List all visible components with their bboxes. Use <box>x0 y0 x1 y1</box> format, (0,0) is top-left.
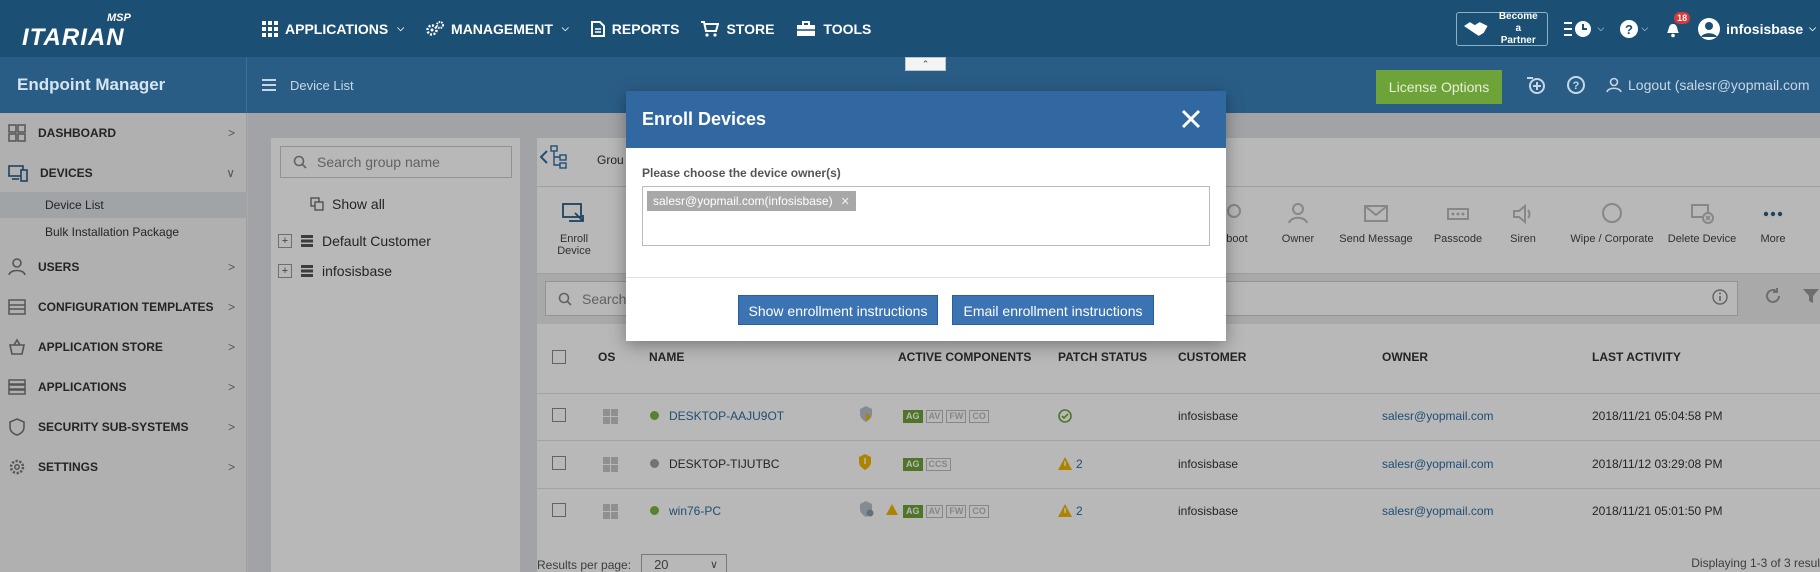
top-nav: APPLICATIONS ⌵ MANAGEMENT ⌵ REPORTS STOR… <box>253 0 880 57</box>
nav-management[interactable]: MANAGEMENT ⌵ <box>417 0 578 57</box>
avatar-icon <box>1698 17 1721 40</box>
partner-line2: Partner <box>1500 34 1536 46</box>
sub-header-actions: ? Logout (salesr@yopmail.com <box>1526 57 1810 113</box>
grid-icon <box>262 20 278 37</box>
close-icon[interactable] <box>1178 106 1204 132</box>
become-partner-button[interactable]: Become a Partner <box>1456 11 1549 47</box>
cart-icon <box>701 20 720 37</box>
logo-word: ITARIAN <box>22 24 125 51</box>
chevron-down-icon: ⌵ <box>1597 23 1605 33</box>
collapse-header-button[interactable]: ⌃ <box>905 57 946 71</box>
nav-tools[interactable]: TOOLS <box>787 0 880 57</box>
nav-reports-label: REPORTS <box>611 20 680 37</box>
breadcrumb: Device List <box>262 57 354 113</box>
dialog-header: Enroll Devices <box>626 91 1226 148</box>
nav-reports[interactable]: REPORTS <box>582 0 689 57</box>
svg-text:?: ? <box>1625 22 1633 37</box>
add-filter-icon[interactable] <box>1526 75 1546 95</box>
top-bar: MSP ITARIAN APPLICATIONS ⌵ MANAGEMENT ⌵ … <box>0 0 1820 57</box>
owner-field-label: Please choose the device owner(s) <box>642 166 841 180</box>
partner-label: Become a Partner <box>1495 11 1541 47</box>
remove-tag-icon[interactable]: ✕ <box>841 195 850 208</box>
selected-owner-text: salesr@yopmail.com(infosisbase) <box>653 194 833 208</box>
chevron-down-icon: ⌵ <box>397 23 405 33</box>
dialog-footer: Show enrollment instructions Email enrol… <box>626 278 1226 341</box>
handshake-icon <box>1464 21 1489 36</box>
breadcrumb-device-list: Device List <box>290 77 354 93</box>
dialog-body: Please choose the device owner(s) salesr… <box>626 148 1226 278</box>
nav-tools-label: TOOLS <box>823 20 872 37</box>
gears-icon <box>426 20 445 36</box>
notification-badge: 18 <box>1674 11 1691 24</box>
chevron-down-icon: ⌵ <box>1641 23 1649 33</box>
report-icon <box>590 20 605 37</box>
logo-msp: MSP <box>107 12 131 24</box>
username: infosisbase <box>1726 20 1804 37</box>
logout-label: Logout (salesr@yopmail.com <box>1628 77 1810 93</box>
license-options-button[interactable]: License Options <box>1376 70 1502 104</box>
top-right-controls: Become a Partner ⌵ ? ⌵ 18 infosisbase ⌵ <box>1456 0 1820 57</box>
itarian-logo[interactable]: MSP ITARIAN <box>22 12 142 51</box>
nav-applications-label: APPLICATIONS <box>285 20 389 37</box>
help-circle-icon[interactable]: ? <box>1566 75 1586 95</box>
nav-store[interactable]: STORE <box>692 0 783 57</box>
svg-text:?: ? <box>1573 80 1580 92</box>
chevron-down-icon: ⌵ <box>1809 23 1816 33</box>
notifications-button[interactable]: 18 <box>1664 11 1691 38</box>
show-enrollment-instructions-button[interactable]: Show enrollment instructions <box>738 295 938 325</box>
list-clock-icon <box>1564 20 1592 37</box>
selected-owner-tag: salesr@yopmail.com(infosisbase) ✕ <box>647 191 856 211</box>
partner-line1: Become a <box>1498 10 1538 34</box>
nav-store-label: STORE <box>726 20 775 37</box>
email-enrollment-instructions-button[interactable]: Email enrollment instructions <box>952 295 1154 325</box>
user-menu[interactable]: infosisbase ⌵ <box>1698 17 1816 40</box>
enroll-devices-dialog: Enroll Devices Please choose the device … <box>626 91 1226 341</box>
toolbox-icon <box>797 20 816 36</box>
dialog-title: Enroll Devices <box>642 109 767 129</box>
nav-applications[interactable]: APPLICATIONS ⌵ <box>253 0 413 57</box>
nav-management-label: MANAGEMENT <box>451 20 553 37</box>
help-button[interactable]: ? ⌵ <box>1620 19 1649 38</box>
owner-select-input[interactable]: salesr@yopmail.com(infosisbase) ✕ <box>642 186 1210 246</box>
app-title: Endpoint Manager <box>0 57 247 113</box>
hamburger-icon[interactable] <box>262 79 276 91</box>
help-icon: ? <box>1620 19 1639 38</box>
history-button[interactable]: ⌵ <box>1564 20 1604 38</box>
logout-button[interactable]: Logout (salesr@yopmail.com <box>1606 77 1810 93</box>
chevron-down-icon: ⌵ <box>561 23 569 33</box>
user-icon <box>1606 77 1622 93</box>
